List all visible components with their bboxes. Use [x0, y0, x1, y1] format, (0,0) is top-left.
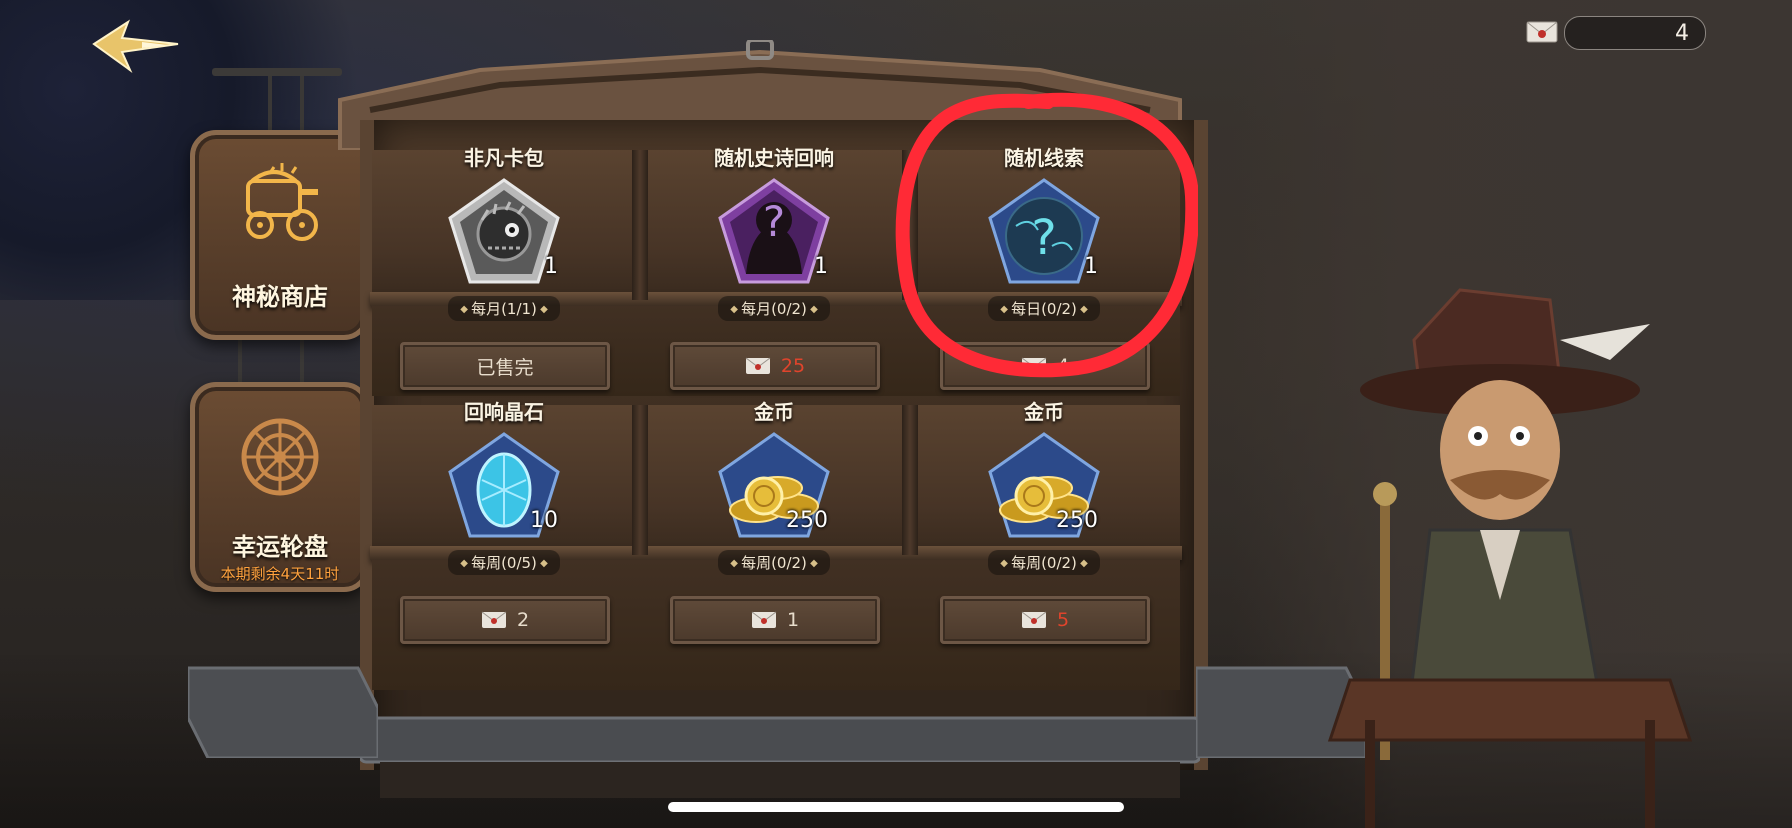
sign-hanger-bar: [212, 68, 342, 76]
shop-item-echo-crystal[interactable]: 回响晶石 10 ◆ 每周(0/5) ◆ 2: [384, 396, 624, 644]
item-quantity: 250: [1056, 508, 1098, 533]
buy-button[interactable]: 1: [670, 596, 880, 644]
ticket-icon: [481, 611, 507, 628]
wheel-timer: 本期剩余4天11时: [220, 565, 340, 583]
ticket-icon: [1524, 16, 1560, 48]
tab-mystery-shop[interactable]: 神秘商店: [190, 130, 370, 340]
price-value: 2: [516, 609, 530, 631]
price-value: 1: [786, 609, 800, 631]
shop-item-random-epic-echo[interactable]: 随机史诗回响 ? 1 ◆ 每月(0/2) ◆ 25: [654, 142, 894, 390]
purchase-limit: ◆ 每周(0/2) ◆: [718, 550, 830, 575]
item-quantity: 10: [530, 508, 558, 533]
shop-item-gold-coins[interactable]: 金币 250 ◆ 每周(0/2) ◆ 1: [654, 396, 894, 644]
ticket-icon: [751, 611, 777, 628]
shelf-divider: [902, 405, 918, 555]
svg-text:?: ?: [763, 197, 785, 246]
item-name: 金币: [754, 400, 794, 424]
highlight-circle: [895, 92, 1198, 378]
merchant-character: [1327, 288, 1693, 828]
price-value: 5: [1056, 609, 1070, 631]
cabinet-side-block-left: [188, 666, 378, 758]
purchase-limit: ◆ 每周(0/2) ◆: [988, 550, 1100, 575]
carriage-icon: [246, 163, 318, 241]
purchase-limit: ◆ 每月(1/1) ◆: [448, 296, 560, 321]
item-name: 随机史诗回响: [714, 146, 834, 170]
item-name: 非凡卡包: [464, 146, 544, 170]
currency-value: 4: [1675, 21, 1689, 46]
shelf-divider: [632, 150, 648, 300]
item-name: 金币: [1024, 400, 1064, 424]
cabinet-base: [360, 716, 1200, 798]
buy-button[interactable]: 2: [400, 596, 610, 644]
shop-item-gold-coins[interactable]: 金币 250 ◆ 每周(0/2) ◆ 5: [924, 396, 1164, 644]
purchase-limit: ◆ 每月(0/2) ◆: [718, 296, 830, 321]
back-button[interactable]: [88, 14, 184, 84]
item-quantity: 250: [786, 508, 828, 533]
shelf-divider: [632, 405, 648, 555]
buy-button[interactable]: 25: [670, 342, 880, 390]
home-indicator[interactable]: [668, 802, 1124, 812]
wheel-icon: [241, 418, 319, 496]
item-name: 回响晶石: [464, 400, 544, 424]
ticket-icon: [745, 357, 771, 374]
currency-value-box: 4: [1564, 16, 1706, 50]
shop-item-card-pack[interactable]: 非凡卡包 1 ◆ 每月(1/1) ◆ 已售完: [384, 142, 624, 390]
buy-button[interactable]: 5: [940, 596, 1150, 644]
price-value: 25: [780, 355, 806, 377]
back-arrow-icon: [92, 19, 179, 73]
tab-label: 神秘商店: [232, 283, 328, 311]
sign-chain: [238, 334, 242, 384]
item-quantity: 1: [814, 254, 828, 279]
item-quantity: 1: [544, 254, 558, 279]
tab-label: 幸运轮盘: [232, 533, 328, 561]
ticket-icon: [1021, 611, 1047, 628]
purchase-limit: ◆ 每周(0/5) ◆: [448, 550, 560, 575]
tab-lucky-wheel[interactable]: 幸运轮盘 本期剩余4天11时: [190, 382, 370, 592]
currency-display: 4: [1524, 14, 1706, 50]
sold-out-button[interactable]: 已售完: [400, 342, 610, 390]
sold-out-label: 已售完: [476, 356, 534, 379]
sign-chain: [300, 334, 304, 384]
